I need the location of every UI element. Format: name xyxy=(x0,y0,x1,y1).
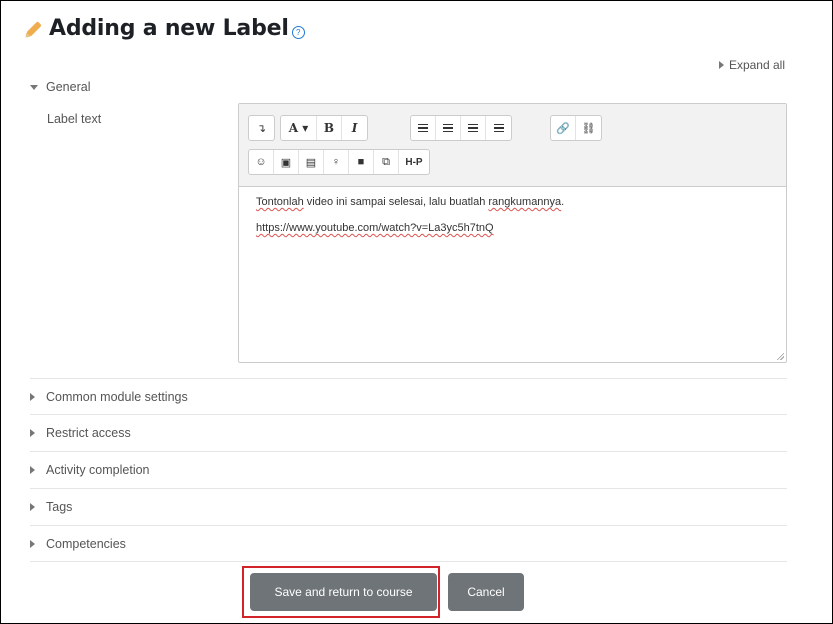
editor-word: rangkumannya xyxy=(488,196,562,208)
section-label: Activity completion xyxy=(46,462,150,477)
pencil-icon xyxy=(26,20,42,37)
section-label: Restrict access xyxy=(46,425,131,440)
link-button[interactable]: 🔗 xyxy=(551,116,576,140)
caret-right-icon xyxy=(30,539,35,548)
caret-right-icon xyxy=(30,465,35,474)
bold-button[interactable]: B xyxy=(317,116,342,140)
section-restrict-access[interactable]: Restrict access xyxy=(30,414,787,450)
unlink-button[interactable]: ⛓ xyxy=(576,116,601,140)
bold-icon: B xyxy=(323,121,335,135)
font-style-button[interactable]: A ▾ xyxy=(281,116,317,140)
toolbar-group-insert: ☺ ▣ ▤ ♀ ■ ⧉ H-P xyxy=(248,149,430,175)
link-icon: 🔗 xyxy=(556,122,570,135)
italic-button[interactable]: I xyxy=(342,116,367,140)
caret-right-icon xyxy=(30,392,35,401)
help-icon[interactable]: ? xyxy=(291,26,305,39)
unlink-icon: ⛓ xyxy=(581,122,596,135)
section-general-header[interactable]: General xyxy=(30,80,90,94)
save-and-return-button[interactable]: Save and return to course xyxy=(250,573,437,611)
manage-files-button[interactable]: ⧉ xyxy=(374,150,399,174)
toolbar-group-style: A ▾ B I xyxy=(280,115,368,141)
smiley-icon: ☺ xyxy=(255,156,267,168)
expand-all-link[interactable]: Expand all xyxy=(718,58,785,72)
section-common-module-settings[interactable]: Common module settings xyxy=(30,378,787,414)
record-audio-button[interactable]: ♀ xyxy=(324,150,349,174)
files-icon: ⧉ xyxy=(382,155,390,168)
page-title: Adding a new Label ? xyxy=(26,16,305,41)
indent-icon xyxy=(493,123,504,133)
section-label: Common module settings xyxy=(46,389,188,404)
caret-down-icon xyxy=(30,84,38,90)
expand-all-label: Expand all xyxy=(728,58,785,72)
h5p-button[interactable]: H-P xyxy=(399,150,429,174)
divider xyxy=(30,561,787,562)
microphone-icon: ♀ xyxy=(331,156,341,168)
font-style-icon: A ▾ xyxy=(288,121,309,135)
editor-content[interactable]: Tontonlah video ini sampai selesai, lalu… xyxy=(239,187,786,243)
video-camera-icon: ■ xyxy=(357,156,365,168)
editor-url-text: https://www.youtube.com/watch?v=La3yc5h7… xyxy=(256,222,494,234)
caret-right-icon xyxy=(718,61,724,69)
section-label: Competencies xyxy=(46,536,126,551)
editor-text: video ini sampai selesai, lalu buatlah xyxy=(303,196,489,208)
unordered-list-icon xyxy=(418,123,428,133)
section-label: Tags xyxy=(46,499,73,514)
editor-text: . xyxy=(561,196,565,208)
caret-right-icon xyxy=(30,502,35,511)
caret-right-icon xyxy=(30,428,35,437)
section-activity-completion[interactable]: Activity completion xyxy=(30,451,787,487)
media-file-icon: ▤ xyxy=(305,156,317,169)
editor-line-1: Tontonlah video ini sampai selesai, lalu… xyxy=(256,189,769,215)
cancel-button[interactable]: Cancel xyxy=(448,573,524,611)
image-icon: ▣ xyxy=(280,156,292,169)
italic-icon: I xyxy=(351,121,358,135)
editor-line-2: https://www.youtube.com/watch?v=La3yc5h7… xyxy=(256,215,769,241)
outdent-button[interactable] xyxy=(461,116,486,140)
emoticon-button[interactable]: ☺ xyxy=(249,150,274,174)
h5p-icon: H-P xyxy=(405,156,423,168)
section-competencies[interactable]: Competencies xyxy=(30,525,787,561)
toolbar-group-lists xyxy=(410,115,512,141)
page-title-text: Adding a new Label xyxy=(49,16,289,41)
ordered-list-button[interactable] xyxy=(436,116,461,140)
media-button[interactable]: ▤ xyxy=(299,150,324,174)
unordered-list-button[interactable] xyxy=(411,116,436,140)
ordered-list-icon xyxy=(443,123,453,133)
section-general-label: General xyxy=(46,80,91,94)
toolbar-group-toggle: ↴ xyxy=(248,115,275,141)
editor-word: Tontonlah xyxy=(256,196,304,208)
label-text-editor[interactable]: ↴ A ▾ B I 🔗 ⛓ ☺ ▣ ▤ ♀ ■ ⧉ H-P Tontonlah xyxy=(238,103,787,363)
outdent-icon xyxy=(468,123,478,133)
record-video-button[interactable]: ■ xyxy=(349,150,374,174)
image-button[interactable]: ▣ xyxy=(274,150,299,174)
label-text-field-label: Label text xyxy=(47,112,102,126)
section-tags[interactable]: Tags xyxy=(30,488,787,524)
editor-toolbar: ↴ A ▾ B I 🔗 ⛓ ☺ ▣ ▤ ♀ ■ ⧉ H-P xyxy=(239,104,786,187)
indent-button[interactable] xyxy=(486,116,511,140)
show-more-icon: ↴ xyxy=(256,122,267,135)
toolbar-toggle-button[interactable]: ↴ xyxy=(249,116,274,140)
toolbar-group-links: 🔗 ⛓ xyxy=(550,115,602,141)
resize-handle-icon[interactable] xyxy=(776,352,784,360)
